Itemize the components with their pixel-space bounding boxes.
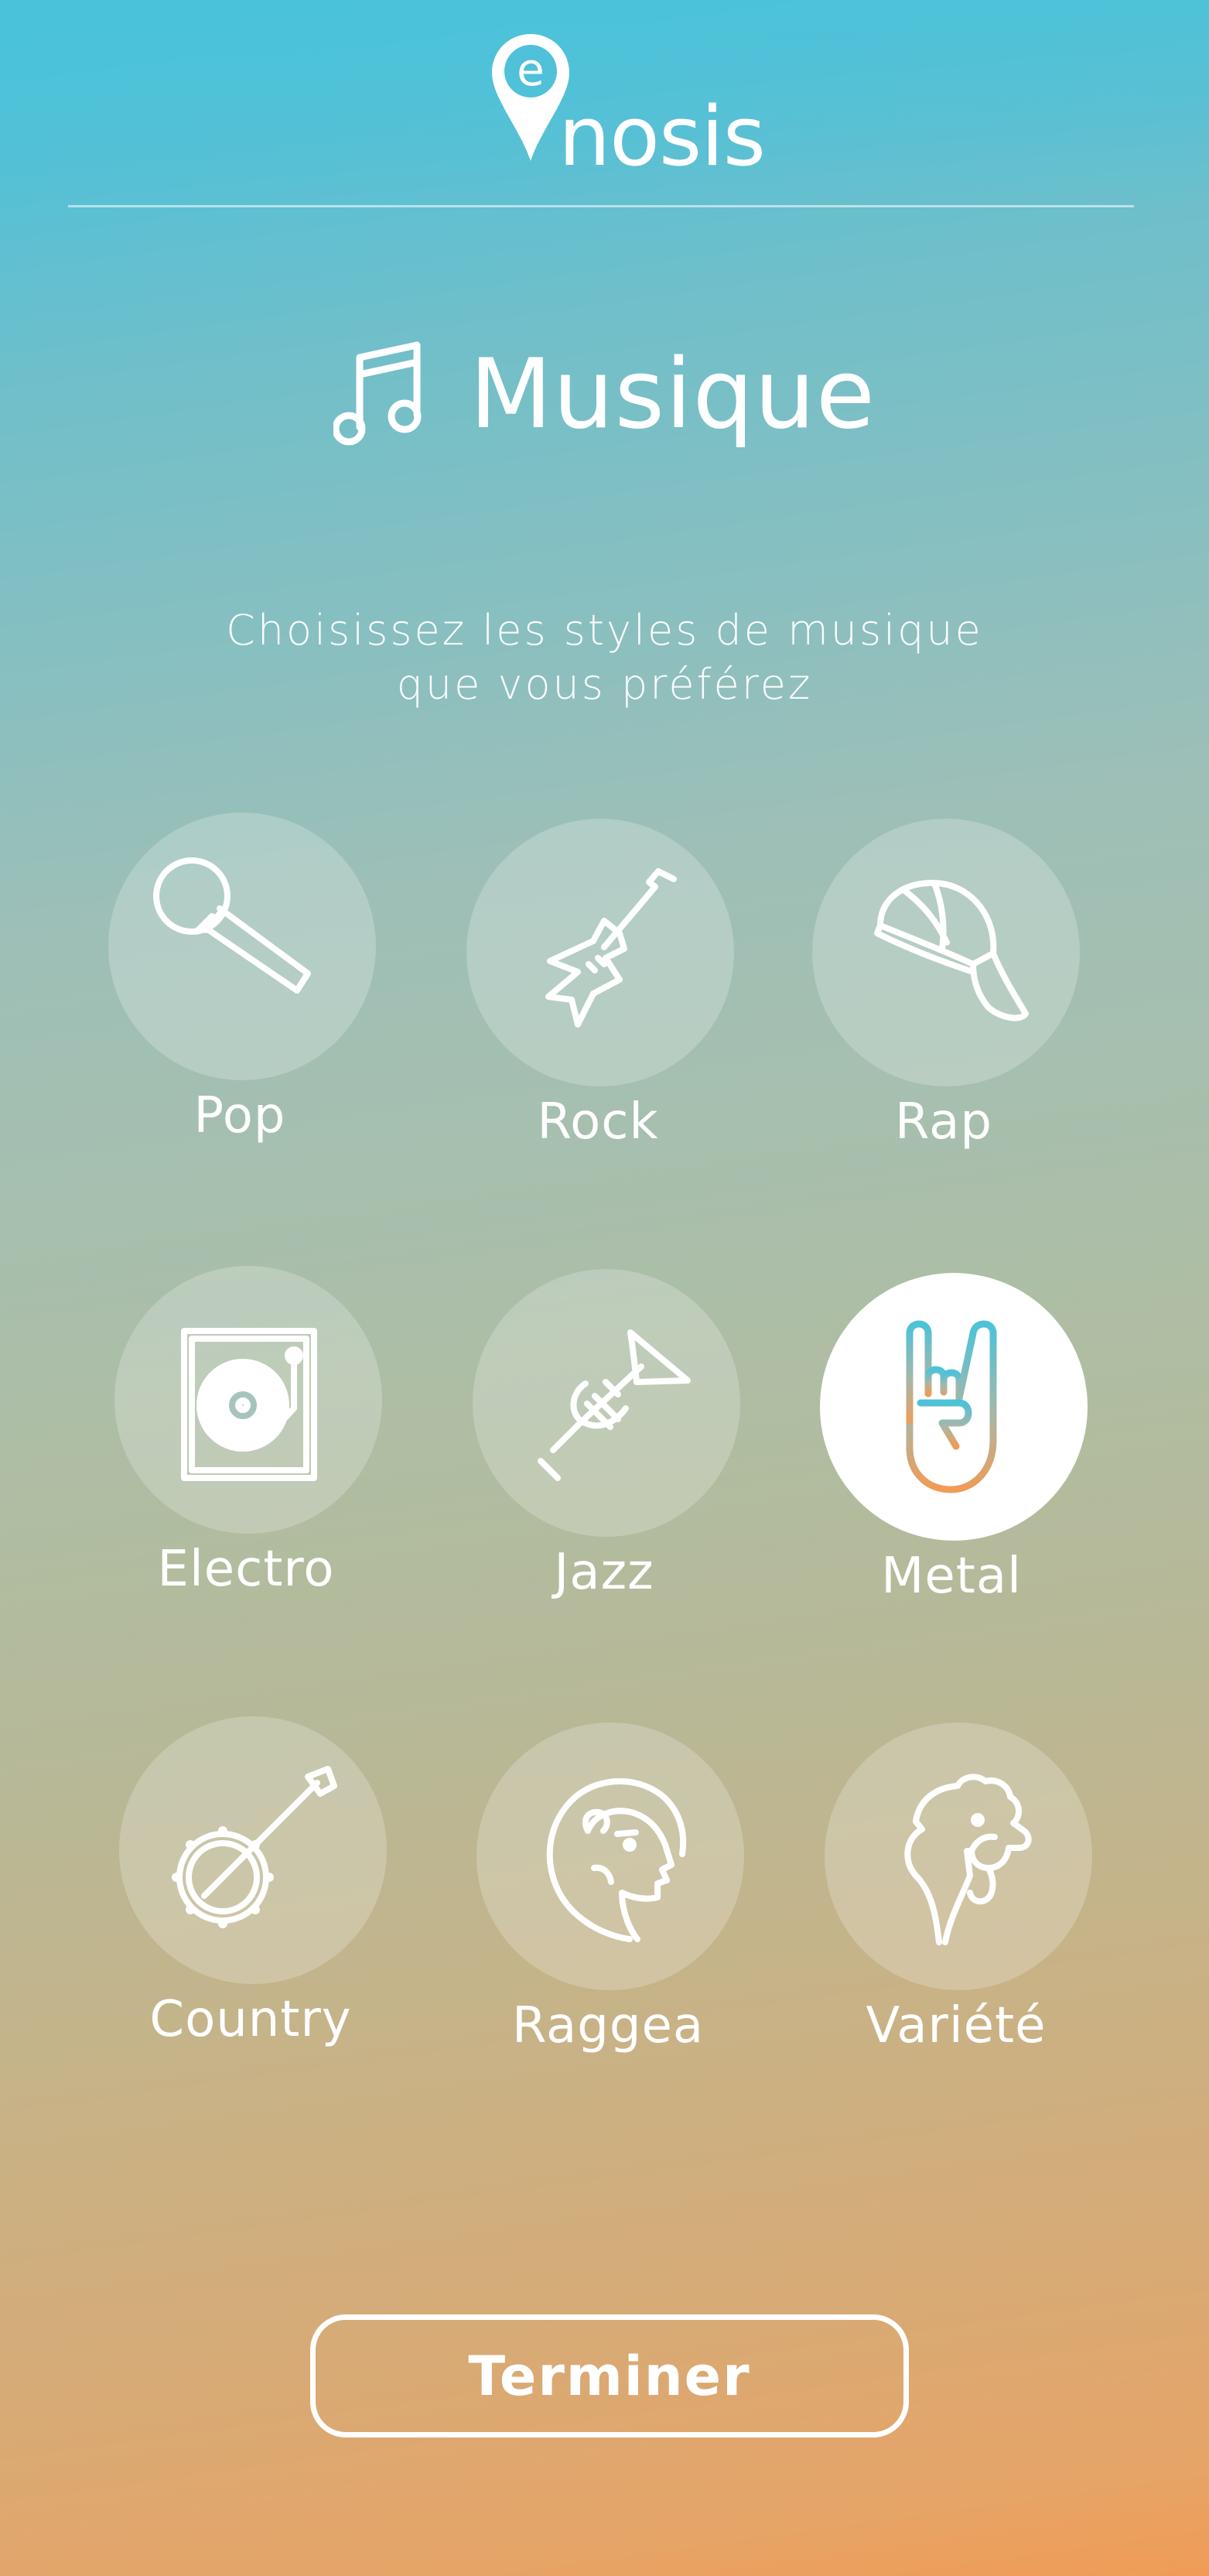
genre-label: Metal <box>881 1548 1022 1605</box>
genre-option-rap[interactable]: Rap <box>804 819 1083 1159</box>
subtitle-line-1: Choisissez les styles de musique <box>226 606 983 655</box>
microphone-icon <box>153 857 311 994</box>
genre-label: Rock <box>537 1093 659 1151</box>
genre-circle[interactable] <box>825 1722 1092 1990</box>
app-logo: e nosis <box>487 31 766 178</box>
genre-option-metal[interactable]: Metal <box>812 1273 1091 1613</box>
page-title: Musique <box>469 339 876 450</box>
genre-circle[interactable] <box>114 1266 382 1534</box>
page-subtitle: Choisissez les styles de musique que vou… <box>0 604 1209 712</box>
logo-wordmark: nosis <box>558 89 766 184</box>
genre-label: Pop <box>193 1087 286 1144</box>
genre-circle-selected[interactable] <box>820 1273 1088 1541</box>
genre-label: Country <box>149 1991 352 2048</box>
lion-head-icon <box>546 1778 687 1942</box>
genre-option-electro[interactable]: Electro <box>107 1266 385 1606</box>
finish-button[interactable]: Terminer <box>310 2314 909 2437</box>
genre-option-rock[interactable]: Rock <box>459 819 737 1159</box>
rock-hand-icon <box>906 1320 997 1493</box>
genre-label: Electro <box>157 1541 335 1598</box>
turntable-icon <box>181 1328 317 1481</box>
genre-circle[interactable] <box>108 812 376 1080</box>
genre-circle[interactable] <box>473 1269 740 1537</box>
header-divider <box>68 205 1134 207</box>
banjo-icon <box>172 1766 337 1928</box>
trumpet-icon <box>538 1329 691 1481</box>
rooster-icon <box>904 1774 1032 1945</box>
genre-label: Rap <box>895 1093 992 1151</box>
genre-circle[interactable] <box>119 1716 387 1984</box>
genre-option-jazz[interactable]: Jazz <box>465 1269 743 1610</box>
cap-icon <box>874 880 1029 1021</box>
genre-label: Raggea <box>511 1997 705 2054</box>
genre-label: Jazz <box>554 1544 654 1601</box>
genre-circle[interactable] <box>812 819 1080 1086</box>
genre-option-country[interactable]: Country <box>111 1716 390 2057</box>
svg-text:e: e <box>517 43 545 96</box>
subtitle-line-2: que vous préférez <box>396 660 813 709</box>
electric-guitar-icon <box>545 868 677 1028</box>
genre-option-variete[interactable]: Variété <box>817 1722 1095 2063</box>
page-header: Musique <box>0 329 1209 460</box>
genre-circle[interactable] <box>476 1722 744 1990</box>
music-note-icon <box>333 341 422 446</box>
genre-option-pop[interactable]: Pop <box>101 812 379 1153</box>
genre-option-raggea[interactable]: Raggea <box>469 1722 747 2063</box>
genre-circle[interactable] <box>466 819 734 1086</box>
genre-label: Variété <box>866 1997 1047 2054</box>
